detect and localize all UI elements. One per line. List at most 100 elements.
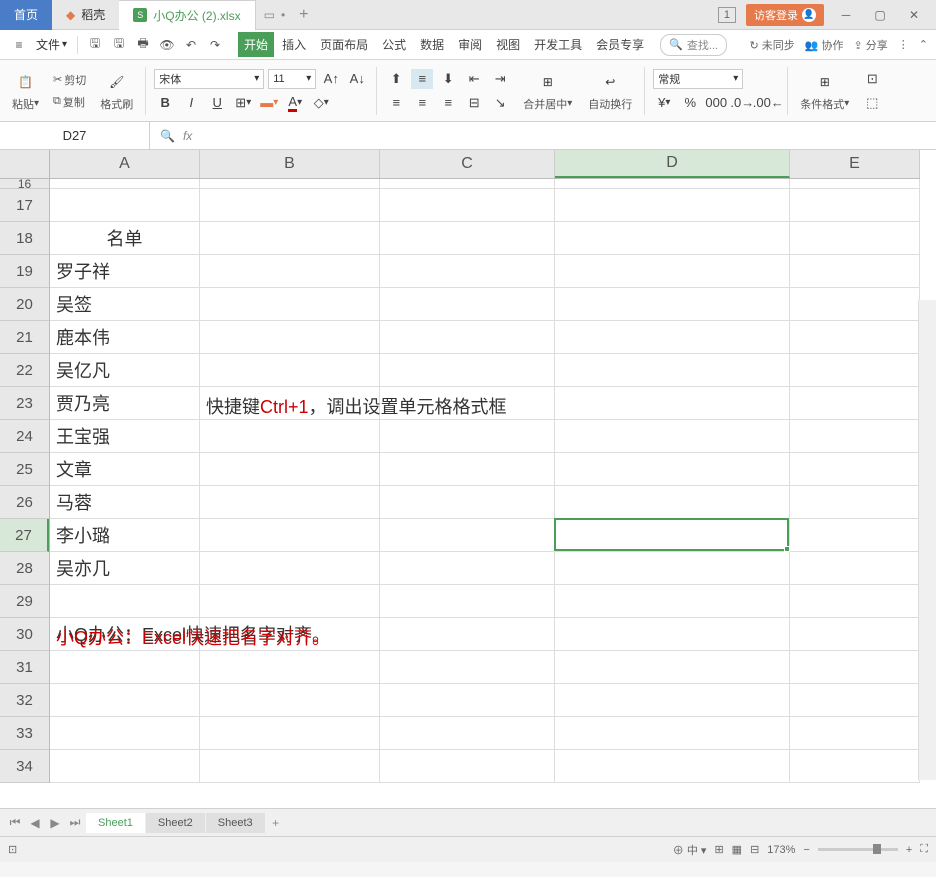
cell-B17[interactable] xyxy=(200,189,380,222)
ribbon-tab-5[interactable]: 审阅 xyxy=(452,32,488,57)
cell-D16[interactable] xyxy=(555,179,790,189)
cell-B29[interactable] xyxy=(200,585,380,618)
share-button[interactable]: ⇪ 分享 xyxy=(854,37,888,53)
cell-E22[interactable] xyxy=(790,354,920,387)
print-icon[interactable]: 🖶 xyxy=(132,34,154,56)
cell-A25[interactable]: 文章 xyxy=(50,453,200,486)
ribbon-tab-2[interactable]: 页面布局 xyxy=(314,32,374,57)
row-header-24[interactable]: 24 xyxy=(0,420,49,453)
row-header-32[interactable]: 32 xyxy=(0,684,49,717)
cell-E31[interactable] xyxy=(790,651,920,684)
col-header-B[interactable]: B xyxy=(200,150,380,178)
cell-E24[interactable] xyxy=(790,420,920,453)
cell-B28[interactable] xyxy=(200,552,380,585)
print-preview-icon[interactable]: 👁 xyxy=(156,34,178,56)
dec-increase-icon[interactable]: .0→ xyxy=(731,93,753,113)
row-header-16[interactable]: 16 xyxy=(0,179,49,189)
cell-D32[interactable] xyxy=(555,684,790,717)
cell-A18[interactable]: 名单 xyxy=(50,222,200,255)
ime-icon[interactable]: ⊕ 中 ▾ xyxy=(673,842,707,858)
cell-D21[interactable] xyxy=(555,321,790,354)
new-tab-button[interactable]: + xyxy=(299,6,308,24)
cell-E33[interactable] xyxy=(790,717,920,750)
status-icon[interactable]: ⊡ xyxy=(8,843,17,856)
cell-A22[interactable]: 吴亿凡 xyxy=(50,354,200,387)
row-header-29[interactable]: 29 xyxy=(0,585,49,618)
cell-A28[interactable]: 吴亦几 xyxy=(50,552,200,585)
window-icon[interactable]: ▭ xyxy=(264,8,275,22)
cell-B33[interactable] xyxy=(200,717,380,750)
ribbon-tab-6[interactable]: 视图 xyxy=(490,32,526,57)
cell-D20[interactable] xyxy=(555,288,790,321)
cell-E18[interactable] xyxy=(790,222,920,255)
sheet-tab-Sheet3[interactable]: Sheet3 xyxy=(206,813,265,833)
ribbon-tab-0[interactable]: 开始 xyxy=(238,32,274,57)
cell-C16[interactable] xyxy=(380,179,555,189)
cell-A34[interactable] xyxy=(50,750,200,783)
font-color-button[interactable]: A▾ xyxy=(284,93,306,113)
col-header-E[interactable]: E xyxy=(790,150,920,178)
row-header-25[interactable]: 25 xyxy=(0,453,49,486)
home-tab[interactable]: 首页 xyxy=(0,0,52,30)
cut-button[interactable]: ✂剪切 xyxy=(51,71,88,89)
row-header-27[interactable]: 27 xyxy=(0,519,49,552)
file-tab[interactable]: S 小Q办公 (2).xlsx xyxy=(119,0,255,30)
cell-B25[interactable] xyxy=(200,453,380,486)
cell-B31[interactable] xyxy=(200,651,380,684)
cell-E25[interactable] xyxy=(790,453,920,486)
dec-decrease-icon[interactable]: .00← xyxy=(757,93,779,113)
sheet-tab-Sheet1[interactable]: Sheet1 xyxy=(86,813,145,833)
col-header-C[interactable]: C xyxy=(380,150,555,178)
view-page-icon[interactable]: ▦ xyxy=(732,843,742,856)
indent-inc-icon[interactable]: ⇥ xyxy=(489,69,511,89)
row-header-17[interactable]: 17 xyxy=(0,189,49,222)
cell-C19[interactable] xyxy=(380,255,555,288)
cell-D17[interactable] xyxy=(555,189,790,222)
row-header-31[interactable]: 31 xyxy=(0,651,49,684)
decrease-font-icon[interactable]: A↓ xyxy=(346,69,368,89)
cell-C21[interactable] xyxy=(380,321,555,354)
cell-E32[interactable] xyxy=(790,684,920,717)
bold-button[interactable]: B xyxy=(154,93,176,113)
cell-B32[interactable] xyxy=(200,684,380,717)
ribbon-tab-1[interactable]: 插入 xyxy=(276,32,312,57)
row-header-23[interactable]: 23 xyxy=(0,387,49,420)
ribbon-tab-8[interactable]: 会员专享 xyxy=(590,32,650,57)
percent-icon[interactable]: % xyxy=(679,93,701,113)
menu-icon[interactable]: ≡ xyxy=(8,34,30,56)
thousand-icon[interactable]: 000 xyxy=(705,93,727,113)
sheet-nav-next[interactable]: ▶ xyxy=(46,816,64,830)
cond-format-group[interactable]: ⊞ 条件格式▾ xyxy=(796,70,853,112)
clear-format-button[interactable]: ◇▾ xyxy=(310,93,332,113)
cell-B34[interactable] xyxy=(200,750,380,783)
cell-D28[interactable] xyxy=(555,552,790,585)
row-header-19[interactable]: 19 xyxy=(0,255,49,288)
zoom-in-button[interactable]: + xyxy=(906,844,912,856)
cell-B16[interactable] xyxy=(200,179,380,189)
paste-group[interactable]: 📋 粘贴▾ xyxy=(8,70,43,112)
cell-A16[interactable] xyxy=(50,179,200,189)
underline-button[interactable]: U xyxy=(206,93,228,113)
cell-B23[interactable] xyxy=(200,387,380,420)
name-box[interactable]: D27 xyxy=(0,122,150,149)
add-sheet-button[interactable]: + xyxy=(267,816,285,830)
cell-A33[interactable] xyxy=(50,717,200,750)
number-format-select[interactable]: 常规▾ xyxy=(653,69,743,89)
copy-button[interactable]: ⧉复制 xyxy=(51,93,88,111)
file-menu[interactable]: 文件▾ xyxy=(32,36,71,53)
row-header-20[interactable]: 20 xyxy=(0,288,49,321)
cell-A30[interactable]: 小Q办公：Excel快速把名字对齐。 xyxy=(50,618,200,651)
zoom-fx-icon[interactable]: 🔍 xyxy=(160,129,175,143)
cell-E34[interactable] xyxy=(790,750,920,783)
cell-D29[interactable] xyxy=(555,585,790,618)
formula-input[interactable] xyxy=(200,128,926,143)
vertical-scrollbar[interactable] xyxy=(918,300,936,780)
cell-D26[interactable] xyxy=(555,486,790,519)
cell-C31[interactable] xyxy=(380,651,555,684)
orientation-icon[interactable]: ↘ xyxy=(489,93,511,113)
cell-B18[interactable] xyxy=(200,222,380,255)
row-header-33[interactable]: 33 xyxy=(0,717,49,750)
cell-C30[interactable] xyxy=(380,618,555,651)
font-name-select[interactable]: 宋体▾ xyxy=(154,69,264,89)
align-middle-icon[interactable]: ≡ xyxy=(411,69,433,89)
